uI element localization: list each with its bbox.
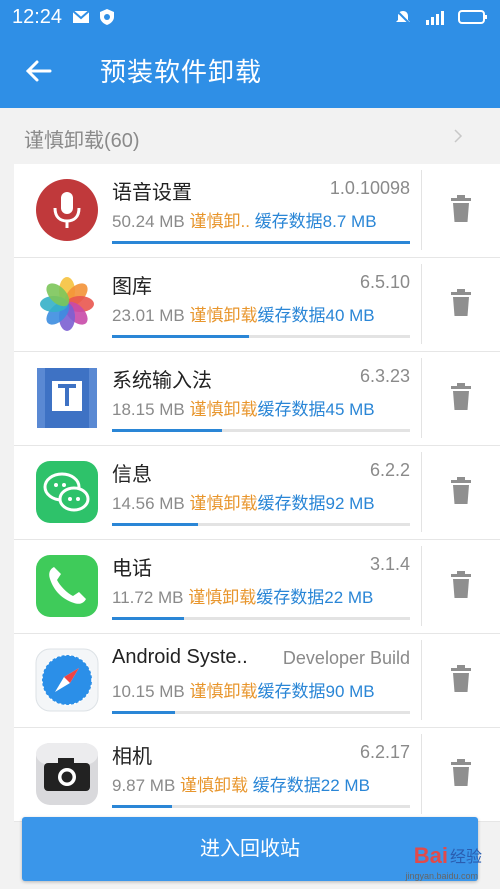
gallery-flower-icon xyxy=(40,277,94,331)
app-version: 6.5.10 xyxy=(359,272,410,292)
caution-tag: 谨慎卸载 xyxy=(180,776,249,795)
shield-notification-icon xyxy=(100,9,114,25)
size-bar xyxy=(112,335,410,338)
size-bar-fill xyxy=(112,241,410,244)
divider xyxy=(421,264,422,344)
camera-icon xyxy=(36,743,98,805)
app-name: 图库 xyxy=(112,276,152,298)
divider xyxy=(421,452,422,532)
page-title: 预装软件卸载 xyxy=(100,57,263,87)
size-bar xyxy=(112,617,410,620)
app-name: Android Syste.. xyxy=(112,646,248,668)
baidu-watermark: Bai 经验 jingyan.baidu.com xyxy=(382,837,492,883)
size-bar-fill xyxy=(112,335,250,338)
size-bar xyxy=(112,805,410,808)
app-version: 6.2.17 xyxy=(359,742,410,762)
compass-icon xyxy=(35,648,99,712)
app-version: 3.1.4 xyxy=(369,554,410,574)
size-bar xyxy=(112,523,410,526)
watermark-brand-cn: 经验 xyxy=(449,849,482,866)
status-time: 12:24 xyxy=(12,6,63,28)
list-item[interactable]: 电话 3.1.4 11.72 MB 谨慎卸载缓存数据22 MB xyxy=(14,540,500,634)
app-name: 系统输入法 xyxy=(112,370,212,392)
caution-tag: 谨慎卸载 xyxy=(189,306,258,325)
app-size: 23.01 MB xyxy=(112,306,185,325)
cache-size: 缓存数据40 MB xyxy=(257,306,375,325)
list-item[interactable]: 语音设置 1.0.10098 50.24 MB 谨慎卸.. 缓存数据8.7 MB xyxy=(14,164,500,258)
divider xyxy=(421,358,422,438)
trash-icon[interactable] xyxy=(450,195,472,223)
app-size: 14.56 MB xyxy=(112,494,185,513)
trash-icon[interactable] xyxy=(450,383,472,411)
size-bar-fill xyxy=(112,429,223,432)
size-bar xyxy=(112,711,410,714)
size-bar xyxy=(112,429,410,432)
app-list: 语音设置 1.0.10098 50.24 MB 谨慎卸.. 缓存数据8.7 MB xyxy=(14,164,500,822)
size-bar-fill xyxy=(112,617,184,620)
app-name: 语音设置 xyxy=(112,182,192,204)
list-item[interactable]: 信息 6.2.2 14.56 MB 谨慎卸载缓存数据92 MB xyxy=(14,446,500,540)
app-size: 9.87 MB xyxy=(112,776,176,795)
keyboard-t-icon xyxy=(37,368,97,428)
app-size: 50.24 MB xyxy=(112,212,185,231)
trash-icon[interactable] xyxy=(450,477,472,505)
app-name: 信息 xyxy=(112,464,152,486)
app-size: 18.15 MB xyxy=(112,400,185,419)
caution-tag: 谨慎卸.. xyxy=(189,212,250,231)
divider xyxy=(421,640,422,720)
trash-icon[interactable] xyxy=(450,571,472,599)
section-header[interactable]: 谨慎卸载(60) xyxy=(0,108,500,164)
trash-icon[interactable] xyxy=(450,289,472,317)
cache-size: 缓存数据8.7 MB xyxy=(254,212,377,231)
signal-icon xyxy=(426,11,444,25)
trash-icon[interactable] xyxy=(450,665,472,693)
list-item[interactable]: 系统输入法 6.3.23 18.15 MB 谨慎卸载缓存数据45 MB xyxy=(14,352,500,446)
app-size: 11.72 MB xyxy=(112,588,184,607)
app-version: 6.3.23 xyxy=(359,366,410,386)
list-item[interactable]: Android Syste.. Developer Build 10.15 MB… xyxy=(14,634,500,728)
size-bar xyxy=(112,241,410,244)
cache-size: 缓存数据45 MB xyxy=(257,400,375,419)
caution-tag: 谨慎卸载 xyxy=(189,494,258,513)
microphone-icon xyxy=(36,179,98,241)
cache-size: 缓存数据92 MB xyxy=(257,494,375,513)
chevron-right-icon xyxy=(454,129,463,143)
size-bar-fill xyxy=(112,523,199,526)
app-size: 10.15 MB xyxy=(112,682,185,701)
back-arrow-icon[interactable] xyxy=(22,54,56,88)
cache-size: 缓存数据22 MB xyxy=(256,588,374,607)
size-bar-fill xyxy=(112,711,175,714)
chat-bubble-icon xyxy=(36,461,98,523)
list-item[interactable]: 相机 6.2.17 9.87 MB 谨慎卸载 缓存数据22 MB xyxy=(14,728,500,822)
watermark-brand: Bai xyxy=(413,843,448,868)
app-name: 相机 xyxy=(112,746,152,768)
status-bar: 12:24 xyxy=(0,0,500,34)
app-version: 6.2.2 xyxy=(369,460,410,480)
mail-notification-icon xyxy=(72,10,90,23)
cache-size: 缓存数据90 MB xyxy=(257,682,375,701)
divider xyxy=(421,170,422,250)
divider xyxy=(421,734,422,814)
caution-tag: 谨慎卸载 xyxy=(188,588,257,607)
app-version: Developer Build xyxy=(282,648,410,668)
cache-size: 缓存数据22 MB xyxy=(252,776,370,795)
caution-tag: 谨慎卸载 xyxy=(189,682,258,701)
app-bar: 预装软件卸载 xyxy=(0,34,500,108)
app-version: 1.0.10098 xyxy=(329,178,410,198)
section-title: 谨慎卸载(60) xyxy=(24,130,140,152)
app-name: 电话 xyxy=(112,558,152,580)
trash-icon[interactable] xyxy=(450,759,472,787)
phone-icon xyxy=(36,555,98,617)
mute-icon xyxy=(395,9,411,25)
list-item[interactable]: 图库 6.5.10 23.01 MB 谨慎卸载缓存数据40 MB xyxy=(14,258,500,352)
caution-tag: 谨慎卸载 xyxy=(189,400,258,419)
battery-icon xyxy=(458,10,487,24)
divider xyxy=(421,546,422,626)
size-bar-fill xyxy=(112,805,172,808)
watermark-url: jingyan.baidu.com xyxy=(405,871,478,881)
